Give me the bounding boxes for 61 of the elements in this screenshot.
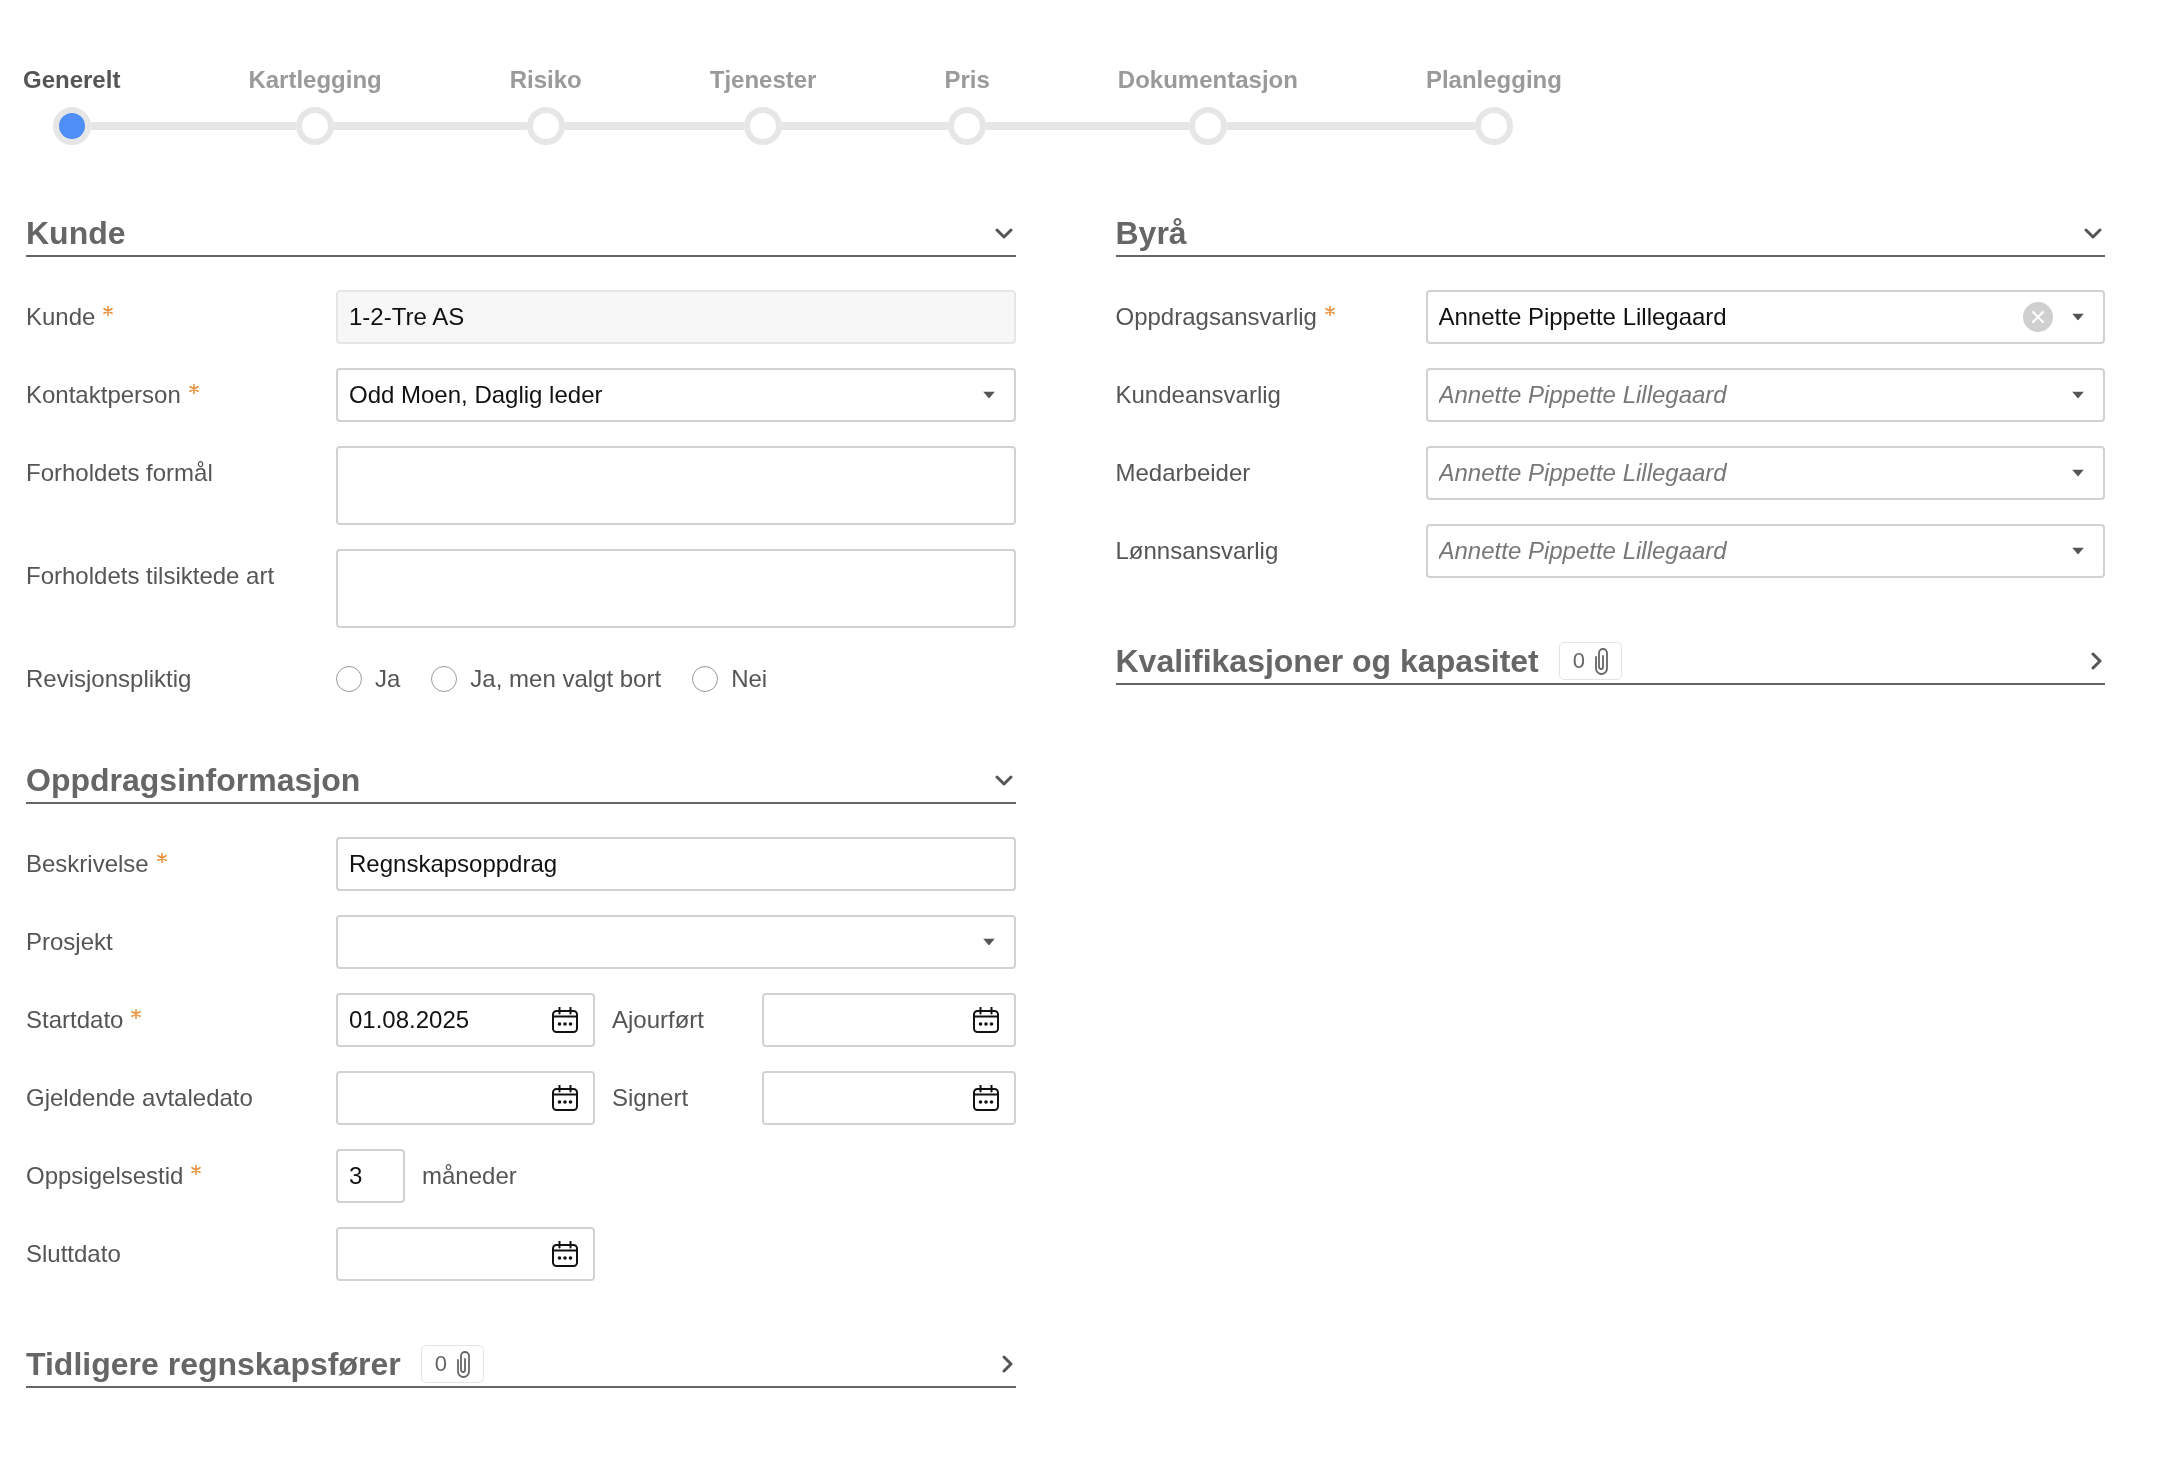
radio-option[interactable]: Ja, men valgt bort <box>431 664 662 694</box>
chevron-down-icon[interactable] <box>994 227 1013 239</box>
field-label: Gjeldende avtaledato <box>26 1083 253 1113</box>
field-label: Kunde <box>26 302 96 332</box>
field-label: Oppdragsansvarlig <box>1115 302 1317 332</box>
dropdown-field[interactable]: Annette Pippette Lillegaard <box>1425 290 2105 344</box>
caret-down-icon <box>2072 547 2084 555</box>
unit-label: måneder <box>422 1161 517 1191</box>
date-field[interactable]: 01.08.2025 <box>336 993 595 1047</box>
calendar-icon[interactable] <box>552 1007 578 1033</box>
caret-down-icon <box>982 938 995 946</box>
paperclip-icon <box>456 1350 471 1378</box>
radio-option[interactable]: Nei <box>692 664 768 694</box>
date-field[interactable] <box>336 1071 595 1125</box>
field-label: Forholdets formål <box>26 458 213 488</box>
section-title: Byrå <box>1115 215 1187 251</box>
caret-down-icon <box>2072 313 2084 321</box>
number-input[interactable]: 3 <box>336 1149 405 1203</box>
radio-icon[interactable] <box>431 666 458 692</box>
caret-down-icon <box>982 391 995 399</box>
dropdown-field[interactable]: Odd Moen, Daglig leder <box>336 368 1016 422</box>
section-title: Oppdragsinformasjon <box>26 762 361 798</box>
field-label: Medarbeider <box>1115 458 1251 488</box>
radio-icon[interactable] <box>692 666 719 692</box>
calendar-icon[interactable] <box>972 1007 999 1033</box>
attachment-count: 0 <box>434 1351 447 1377</box>
date-field[interactable] <box>762 993 1016 1047</box>
text-input[interactable]: 1-2-Tre AS <box>336 290 1016 344</box>
field-label: Lønnsansvarlig <box>1115 536 1279 566</box>
section-title: Tidligere regnskapsfører <box>26 1346 401 1382</box>
field-label: Signert <box>612 1083 689 1113</box>
field-label: Forholdets tilsiktede art <box>26 561 275 591</box>
date-field[interactable] <box>336 1227 595 1281</box>
radio-option[interactable]: Ja <box>336 664 401 694</box>
field-label: Oppsigelsestid <box>26 1161 184 1191</box>
chevron-right-icon[interactable] <box>2091 652 2102 670</box>
date-field[interactable] <box>762 1071 1016 1125</box>
text-input[interactable]: Regnskapsoppdrag <box>336 837 1016 891</box>
field-label: Startdato <box>26 1005 124 1035</box>
attachment-count: 0 <box>1572 648 1585 674</box>
field-label: Beskrivelse <box>26 849 149 879</box>
field-label: Ajourført <box>612 1005 704 1035</box>
field-label: Sluttdato <box>26 1239 121 1269</box>
chevron-down-icon[interactable] <box>2084 227 2102 239</box>
calendar-icon[interactable] <box>972 1085 999 1111</box>
field-label: Revisjonspliktig <box>26 664 192 694</box>
field-label: Kundeansvarlig <box>1115 380 1281 410</box>
caret-down-icon <box>2072 391 2084 399</box>
radio-icon[interactable] <box>336 666 362 692</box>
field-label: Prosjekt <box>26 927 113 957</box>
calendar-icon[interactable] <box>552 1085 578 1111</box>
chevron-down-icon[interactable] <box>994 774 1013 786</box>
chevron-right-icon[interactable] <box>1001 1355 1013 1373</box>
dropdown-field[interactable] <box>336 915 1016 969</box>
section-title: Kvalifikasjoner og kapasitet <box>1115 643 1539 679</box>
field-label: Kontaktperson <box>26 380 181 410</box>
caret-down-icon <box>2072 469 2084 477</box>
paperclip-icon <box>1595 647 1609 675</box>
step-tab[interactable]: Generelt <box>23 66 121 94</box>
section-title: Kunde <box>26 215 126 251</box>
calendar-icon[interactable] <box>552 1241 578 1267</box>
